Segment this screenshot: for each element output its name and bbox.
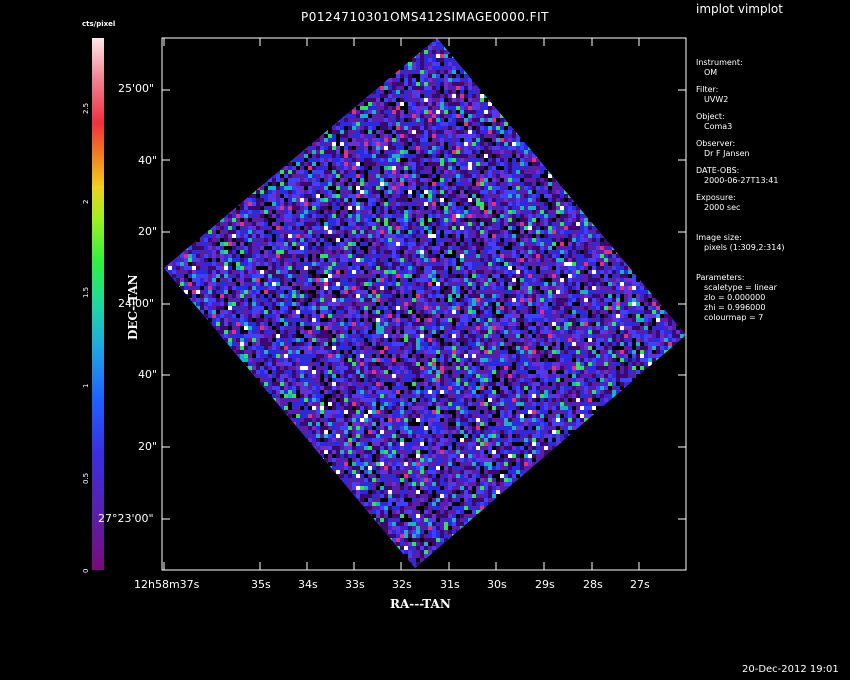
y-tick-label: 40" — [138, 154, 158, 167]
info-object: Object: Coma3 — [696, 112, 733, 131]
info-instrument: Instrument: OM — [696, 58, 743, 77]
info-observer: Observer: Dr F Jansen — [696, 139, 750, 158]
info-exposure: Exposure: 2000 sec — [696, 193, 741, 212]
x-axis-label: RA---TAN — [390, 597, 451, 611]
x-tick-label: 33s — [345, 578, 365, 591]
x-tick-label: 12h58m37s — [134, 578, 200, 591]
x-tick-label: 34s — [298, 578, 318, 591]
info-date-obs: DATE-OBS: 2000-06-27T13:41 — [696, 166, 779, 185]
y-tick-label: 27°23'00" — [98, 512, 154, 525]
y-tick-label: 25'00" — [118, 82, 155, 95]
x-tick-label: 29s — [535, 578, 555, 591]
info-parameters: Parameters: scaletype = linear zlo = 0.0… — [696, 273, 777, 322]
x-tick-label: 35s — [251, 578, 271, 591]
x-tick-label: 30s — [487, 578, 507, 591]
info-filter: Filter: UVW2 — [696, 85, 729, 104]
y-tick-label: 20" — [138, 225, 158, 238]
y-tick-label: 40" — [138, 368, 158, 381]
x-tick-label: 27s — [630, 578, 650, 591]
x-tick-label: 28s — [583, 578, 603, 591]
info-image-size: Image size: pixels (1:309,2:314) — [696, 233, 785, 252]
y-tick-label: 24'00" — [118, 297, 155, 310]
x-tick-label: 31s — [440, 578, 460, 591]
sky-image — [164, 38, 686, 568]
x-tick-label: 32s — [392, 578, 412, 591]
y-tick-label: 20" — [138, 440, 158, 453]
